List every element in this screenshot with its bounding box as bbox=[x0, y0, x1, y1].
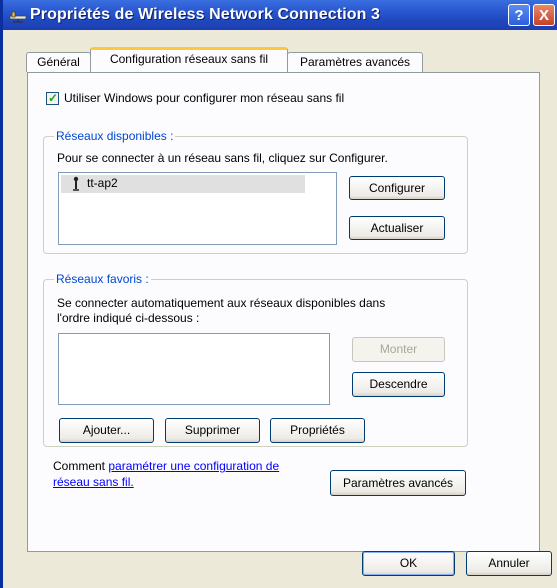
available-networks-legend: Réseaux disponibles : bbox=[54, 129, 176, 143]
preferred-networks-legend: Réseaux favoris : bbox=[54, 272, 151, 286]
remove-button[interactable]: Supprimer bbox=[165, 418, 260, 443]
tab-advanced[interactable]: Paramètres avancés bbox=[287, 52, 423, 72]
refresh-button[interactable]: Actualiser bbox=[349, 216, 445, 240]
preferred-networks-list[interactable] bbox=[58, 333, 330, 405]
move-down-button[interactable]: Descendre bbox=[352, 372, 445, 397]
configuration-help-link-2[interactable]: réseau sans fil. bbox=[53, 475, 134, 489]
properties-dialog: Propriétés de Wireless Network Connectio… bbox=[3, 0, 557, 588]
add-button[interactable]: Ajouter... bbox=[59, 418, 154, 443]
available-networks-list[interactable]: tt-ap2 bbox=[58, 172, 337, 245]
wireless-antenna-icon bbox=[73, 176, 79, 191]
window-title: Propriétés de Wireless Network Connectio… bbox=[30, 6, 381, 23]
cancel-button[interactable]: Annuler bbox=[466, 551, 552, 576]
ok-button[interactable]: OK bbox=[362, 551, 455, 576]
list-item[interactable]: tt-ap2 bbox=[61, 175, 305, 193]
use-windows-checkbox[interactable]: ✓ bbox=[46, 91, 59, 105]
preferred-networks-description-2: l'ordre indiqué ci-dessous : bbox=[57, 311, 200, 325]
tab-general[interactable]: Général bbox=[26, 52, 91, 72]
advanced-settings-button[interactable]: Paramètres avancés bbox=[330, 470, 466, 496]
close-button[interactable]: X bbox=[533, 4, 555, 26]
configuration-help-link[interactable]: paramétrer une configuration de bbox=[108, 459, 279, 473]
preferred-networks-description-1: Se connecter automatiquement aux réseaux… bbox=[57, 296, 386, 310]
title-bar[interactable]: Propriétés de Wireless Network Connectio… bbox=[3, 0, 557, 30]
help-text-prefix: Comment bbox=[53, 459, 106, 473]
tab-wireless-networks[interactable]: Configuration réseaux sans fil bbox=[90, 47, 288, 72]
configure-button[interactable]: Configurer bbox=[349, 176, 445, 200]
checkmark-icon: ✓ bbox=[48, 91, 59, 105]
help-button[interactable]: ? bbox=[508, 4, 530, 26]
properties-button[interactable]: Propriétés bbox=[270, 418, 365, 443]
move-up-button[interactable]: Monter bbox=[352, 337, 445, 362]
help-text: Comment paramétrer une configuration de bbox=[53, 459, 279, 473]
network-name: tt-ap2 bbox=[87, 176, 118, 190]
available-networks-description: Pour se connecter à un réseau sans fil, … bbox=[57, 151, 388, 165]
use-windows-label[interactable]: Utiliser Windows pour configurer mon rés… bbox=[64, 91, 344, 105]
network-connection-icon bbox=[9, 11, 27, 23]
